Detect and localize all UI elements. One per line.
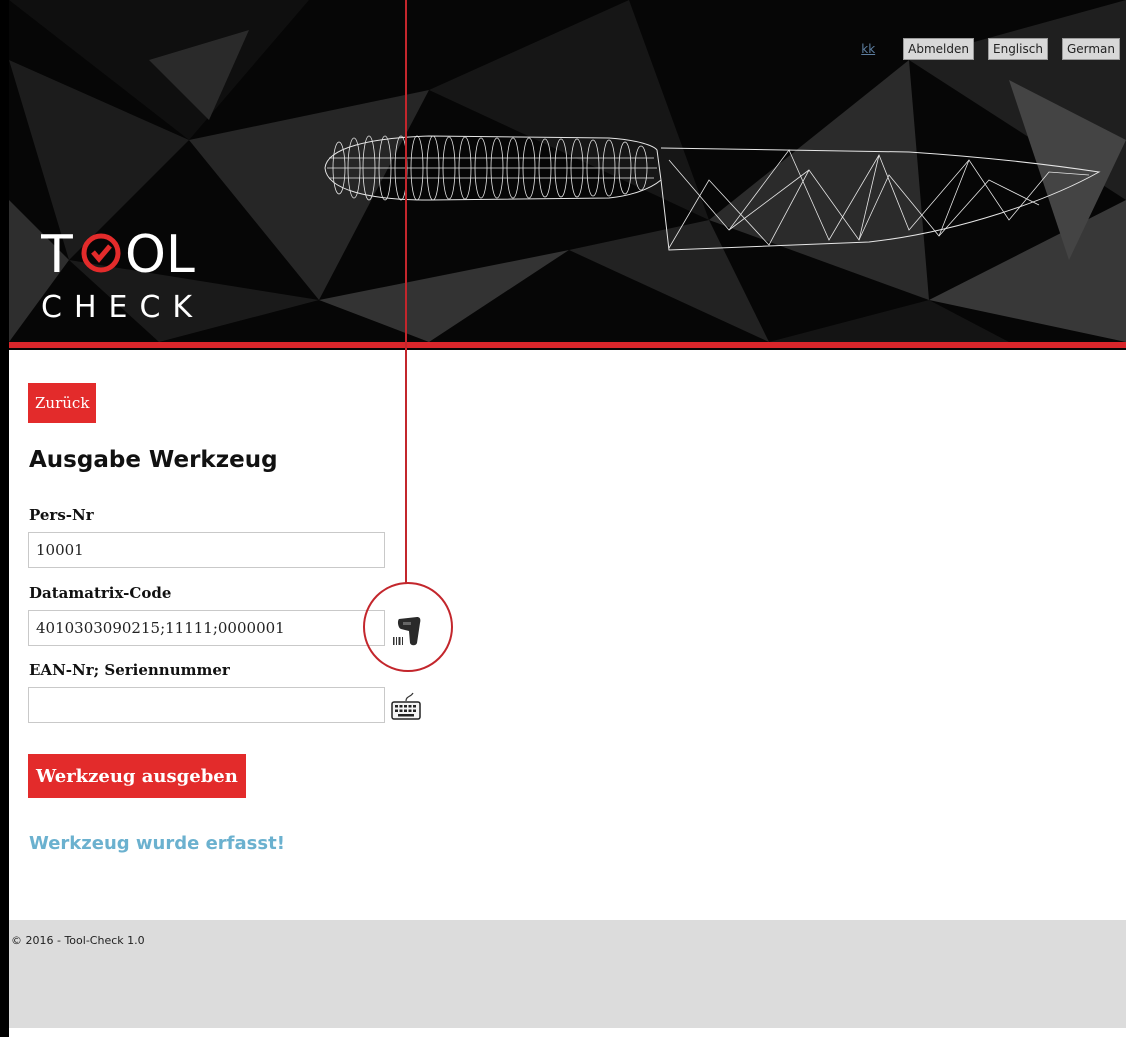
logo-check-text: CHECK (41, 290, 204, 325)
issue-tool-button[interactable]: Werkzeug ausgeben (28, 754, 246, 798)
header-banner: kk Abmelden Englisch German T OL CHECK (9, 0, 1126, 350)
app-frame: kk Abmelden Englisch German T OL CHECK Z… (9, 0, 1126, 1037)
logout-button[interactable]: Abmelden (903, 38, 974, 60)
success-message: Werkzeug wurde erfasst! (29, 833, 285, 854)
footer-copyright: © 2016 - Tool-Check 1.0 (11, 934, 145, 947)
pers-nr-input[interactable] (28, 532, 385, 568)
tool-check-logo: T OL CHECK (41, 225, 204, 325)
datamatrix-label: Datamatrix-Code (29, 584, 172, 602)
pers-nr-label: Pers-Nr (29, 506, 94, 524)
back-button[interactable]: Zurück (28, 383, 97, 423)
user-link[interactable]: kk (861, 42, 875, 56)
page-title: Ausgabe Werkzeug (29, 447, 278, 473)
footer: © 2016 - Tool-Check 1.0 (9, 920, 1126, 1028)
barcode-scanner-icon[interactable] (389, 613, 423, 649)
keyboard-icon[interactable] (389, 691, 423, 721)
english-language-button[interactable]: Englisch (988, 38, 1048, 60)
ean-serial-input[interactable] (28, 687, 385, 723)
ean-serial-label: EAN-Nr; Seriennummer (29, 661, 230, 679)
header-divider (9, 342, 1126, 348)
callout-line-annotation (405, 0, 407, 584)
logo-t: T (41, 225, 73, 285)
logo-ol: OL (125, 225, 195, 285)
logo-checkmark-icon (91, 244, 112, 263)
german-language-button[interactable]: German (1061, 38, 1120, 60)
datamatrix-input[interactable] (28, 610, 385, 646)
top-nav: kk Abmelden Englisch German (861, 38, 1120, 60)
